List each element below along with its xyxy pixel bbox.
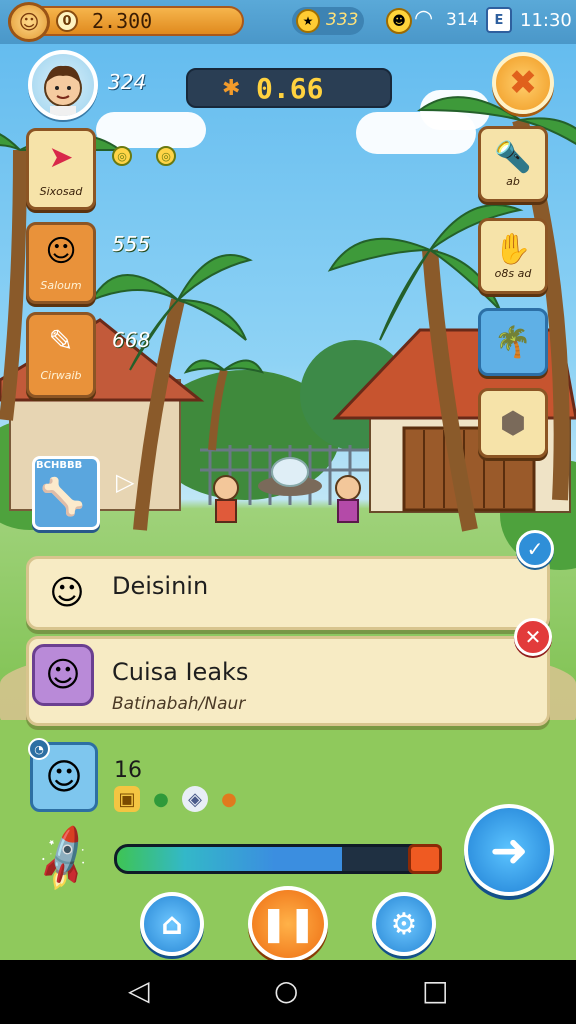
dog-toy-icon: 🦴 [40,477,85,518]
item-count: 668 [112,328,151,352]
home-icon: ⌂ [161,906,183,942]
energy-icon: ☻ [386,8,412,34]
notification-title: Deisinin [112,572,209,600]
item-card-palm[interactable]: 🌴 [478,308,548,376]
fox-icon: ● [221,788,237,810]
shield-icon: ◈ [182,786,208,812]
signal-value: 314 [446,10,479,30]
item-card-label: o8s ad [494,267,532,280]
check-icon[interactable]: ✓ [516,530,554,568]
pause-button[interactable]: ❚❚ [248,886,328,962]
item-count: 555 [112,232,151,256]
notification-subtitle: Batinabah/Naur [112,694,246,714]
glove-icon: ✋ [494,232,532,267]
gem-icon: ★ [296,9,320,33]
home-button[interactable]: ⌂ [140,892,204,956]
item-card-label: Cirwaib [40,369,82,382]
wifi-icon: ◠ [414,6,434,31]
item-card-label: ab [506,175,520,188]
bonus-token-icon: ◎ [156,146,176,166]
next-button[interactable]: ➜ [464,804,554,896]
recents-icon[interactable]: □ [422,974,448,1007]
item-card-cirwaib[interactable]: ✎ Cirwaib [26,312,96,398]
torch-icon: 🔦 [494,140,532,175]
home-nav-icon[interactable]: ○ [274,974,298,1007]
item-card-label: Saloum [40,279,82,292]
clock-time: 11:30 [520,10,572,31]
close-button[interactable]: ✖ [492,52,554,114]
pencil-icon: ✎ [48,323,74,359]
team-icons: ▣ ● ◈ ● [114,786,242,812]
back-icon[interactable]: ◁ [128,974,150,1007]
gear-icon: ⚙ [390,906,418,942]
palm-tree-icon: 🌴 [494,324,532,360]
coin-icon: 0 [56,10,78,32]
stone-icon: ⬢ [499,405,527,441]
dismiss-icon[interactable]: ✕ [514,618,552,656]
expand-arrow-icon[interactable]: ▷ [116,468,134,496]
paper-plane-icon: ➤ [48,139,74,175]
bonus-token-icon: ◎ [112,146,132,166]
pause-icon: ❚❚ [259,904,317,944]
settings-button[interactable]: ⚙ [372,892,436,956]
girl-avatar-icon: ☺ [32,644,94,706]
progress-bar [114,844,442,874]
cap-face-icon: ☺ [45,233,77,269]
team-value: 16 [114,758,142,783]
timer-value: 0.66 [256,72,324,105]
item-card-sixosad[interactable]: ➤ Sixosad [26,128,96,210]
notification-title: Cuisa Ieaks [112,658,249,686]
timer-icon: ✱ [222,76,241,101]
coin-value: 2.300 [92,9,153,33]
coin-box-icon: ▣ [114,786,140,812]
player-avatar[interactable] [28,50,98,120]
item-card-torch[interactable]: 🔦 ab [478,126,548,202]
player-level: 324 [108,70,147,94]
progress-fill [117,847,343,871]
team-badge-icon: ◔ [28,738,50,760]
quest-label: BCHBBB [36,460,83,471]
helmet-boy-icon: ☺ [36,562,98,624]
frog-icon: ● [153,788,169,810]
item-card-label: Sixosad [39,185,83,198]
calendar-icon: E [486,7,512,33]
gem-value: 333 [326,10,359,30]
boy-face-icon [44,65,82,116]
notification-panel[interactable] [26,556,550,630]
item-card-glove[interactable]: ✋ o8s ad [478,218,548,294]
notification-panel[interactable] [26,636,550,726]
item-card-saloum[interactable]: ☺ Saloum [26,222,96,304]
item-card-stone[interactable]: ⬢ [478,388,548,458]
profile-face-icon[interactable]: ☺ [8,2,50,42]
progress-cap [408,844,442,874]
